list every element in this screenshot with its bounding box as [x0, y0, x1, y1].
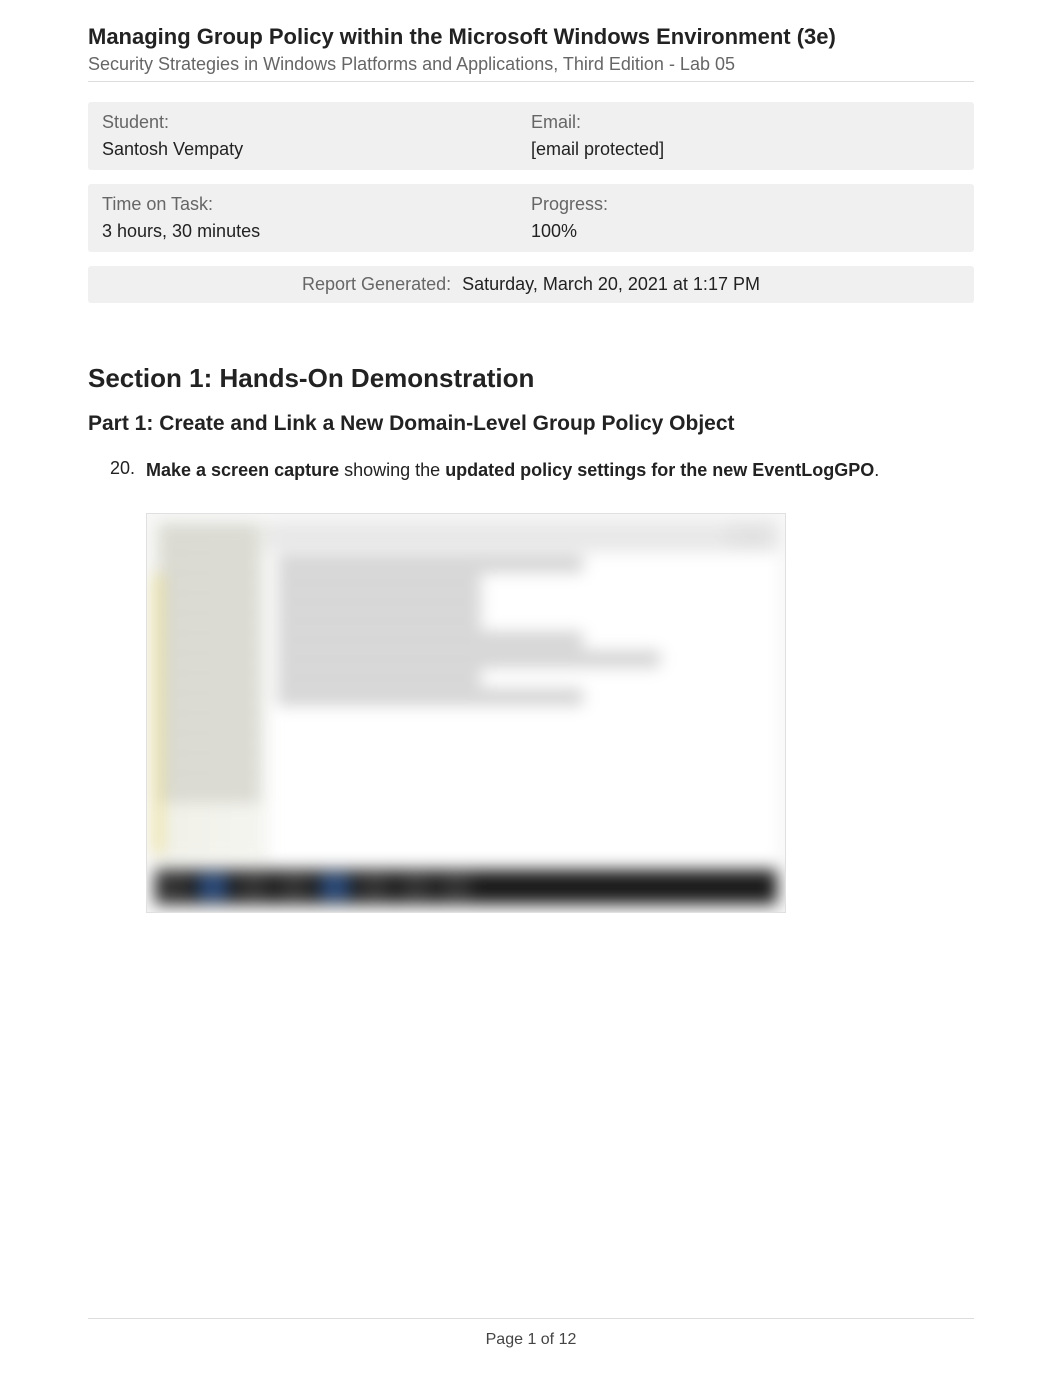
instruction-end: .: [874, 460, 879, 480]
embedded-screenshot: [146, 513, 786, 913]
document-title: Managing Group Policy within the Microso…: [88, 24, 974, 50]
student-value: Santosh Vempaty: [102, 139, 531, 160]
header-divider: [88, 81, 974, 82]
progress-value: 100%: [531, 221, 960, 242]
footer-divider: [88, 1318, 974, 1319]
email-value: [email protected]: [531, 139, 960, 160]
section-title: Section 1: Hands-On Demonstration: [88, 363, 974, 394]
progress-label: Progress:: [531, 194, 960, 215]
instruction-bold-1: Make a screen capture: [146, 460, 339, 480]
time-progress-block: Time on Task: 3 hours, 30 minutes Progre…: [88, 184, 974, 252]
part-title: Part 1: Create and Link a New Domain-Lev…: [88, 412, 974, 436]
time-label: Time on Task:: [102, 194, 531, 215]
page-number: Page 1 of 12: [88, 1331, 974, 1349]
email-label: Email:: [531, 112, 960, 133]
instruction-number: 20.: [110, 458, 146, 483]
time-value: 3 hours, 30 minutes: [102, 221, 531, 242]
instruction-text: Make a screen capture showing the update…: [146, 458, 879, 483]
report-label: Report Generated:: [302, 274, 451, 294]
report-value: Saturday, March 20, 2021 at 1:17 PM: [462, 274, 760, 294]
student-label: Student:: [102, 112, 531, 133]
report-generated-block: Report Generated: Saturday, March 20, 20…: [88, 266, 974, 303]
page-footer: Page 1 of 12: [88, 1318, 974, 1349]
student-email-block: Student: Santosh Vempaty Email: [email p…: [88, 102, 974, 170]
instruction-mid: showing the: [339, 460, 445, 480]
instruction-row: 20. Make a screen capture showing the up…: [110, 458, 974, 483]
document-subtitle: Security Strategies in Windows Platforms…: [88, 54, 974, 75]
instruction-bold-2: updated policy settings for the new Even…: [445, 460, 874, 480]
